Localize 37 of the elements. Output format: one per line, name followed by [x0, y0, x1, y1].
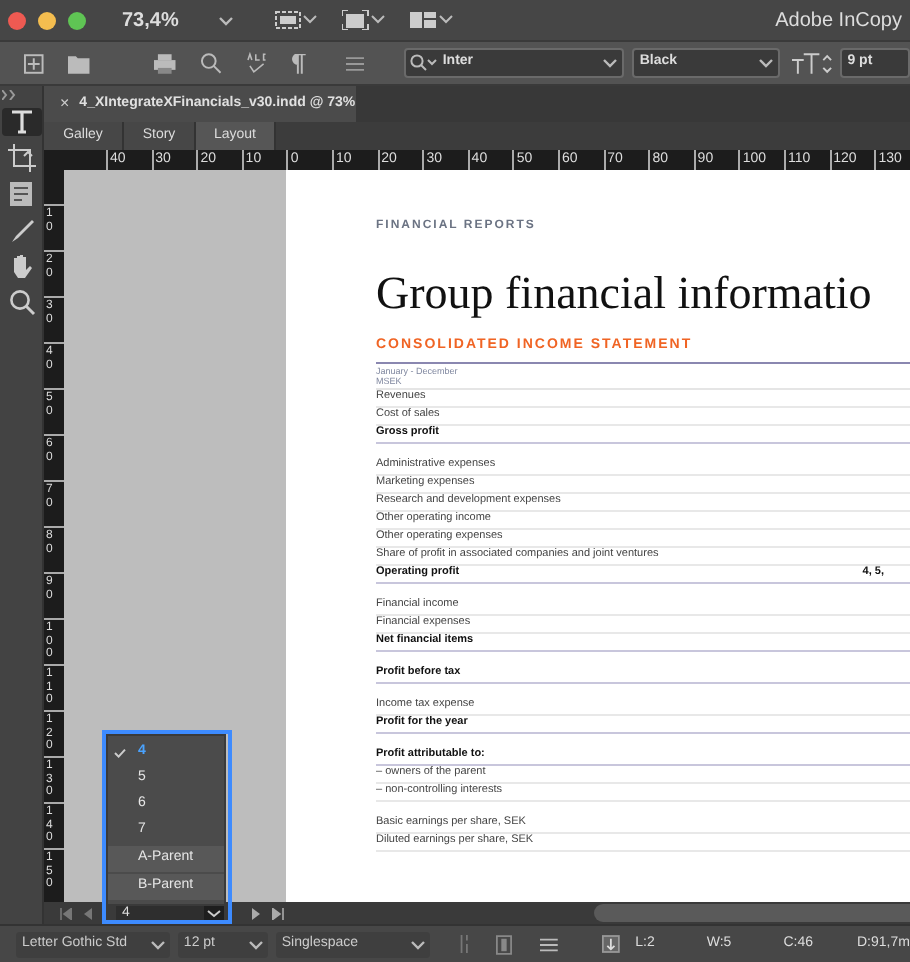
spellcheck-icon[interactable]	[245, 52, 268, 74]
type-tool-icon	[7, 108, 35, 136]
print-icon[interactable]	[154, 53, 177, 73]
menu-icon[interactable]	[539, 937, 558, 951]
eyedropper-icon	[7, 216, 35, 244]
layout-icon[interactable]	[410, 10, 455, 30]
next-page-icon[interactable]	[252, 907, 260, 919]
zoom-level[interactable]: 73,4%	[122, 5, 179, 35]
position-tool-icon	[7, 144, 35, 172]
page-title: Group financial informatio	[376, 266, 874, 322]
collapse-icon[interactable]	[2, 90, 18, 100]
note-icon	[7, 180, 35, 208]
folder-icon[interactable]	[67, 53, 91, 73]
search-icon[interactable]	[200, 52, 222, 74]
pilcrow-icon[interactable]	[291, 53, 306, 73]
font-size-icon	[792, 52, 832, 74]
chevron-icon[interactable]	[601, 56, 618, 70]
first-page-icon[interactable]	[60, 907, 72, 919]
chevron-icon	[149, 937, 166, 951]
chevron-icon	[247, 937, 264, 951]
horizontal-scrollbar[interactable]	[594, 904, 910, 922]
column-icon[interactable]	[495, 933, 512, 955]
chevron-icon	[409, 937, 426, 951]
text-info-icon[interactable]	[601, 934, 620, 954]
tool-button[interactable]	[1, 108, 41, 136]
screen-mode-icon[interactable]	[342, 10, 387, 30]
new-icon[interactable]	[24, 53, 44, 73]
close-button[interactable]: ×	[60, 92, 70, 116]
previous-page-icon[interactable]	[84, 907, 92, 919]
chevron-icon[interactable]	[218, 13, 235, 27]
search-icon	[410, 54, 439, 72]
menu-icon[interactable]	[345, 55, 365, 71]
chevron-icon[interactable]	[758, 56, 775, 70]
app-title: Adobe InCopy	[775, 7, 902, 35]
last-page-icon[interactable]	[272, 907, 284, 919]
frame-view-icon[interactable]	[274, 10, 319, 30]
zoom-icon	[7, 288, 35, 316]
